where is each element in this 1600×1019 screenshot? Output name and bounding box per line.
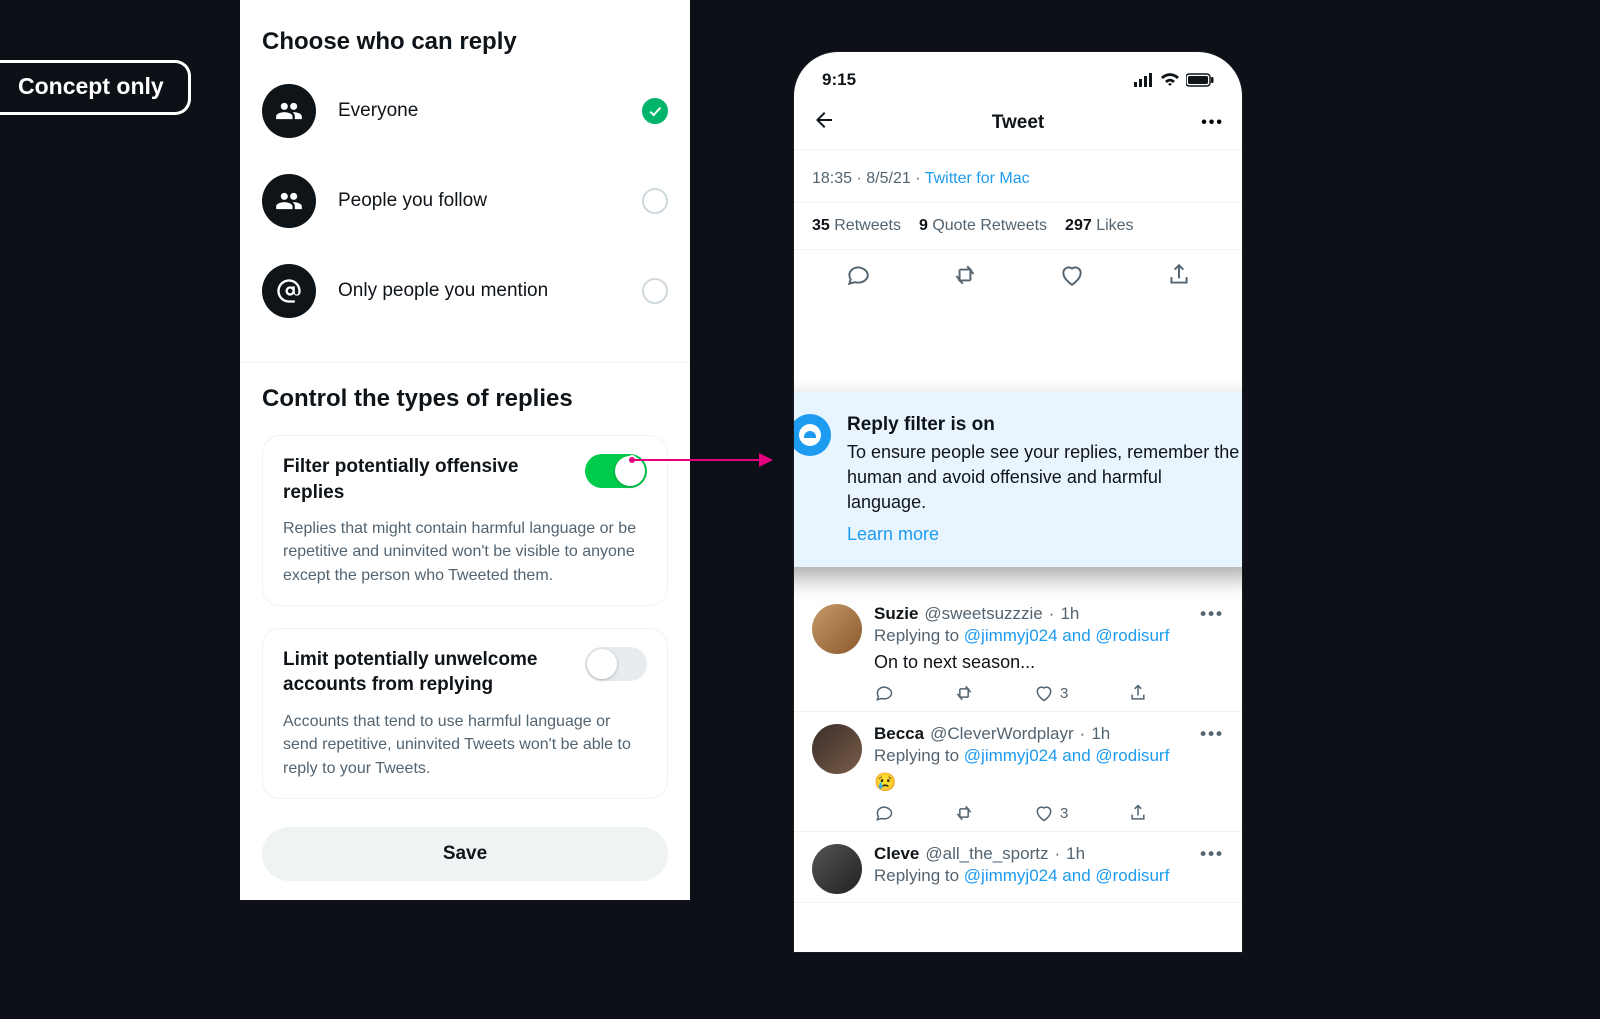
- reply-author-handle: @CleverWordplayr: [930, 724, 1074, 744]
- like-icon[interactable]: 3: [1034, 803, 1068, 823]
- tweet-actions: [794, 250, 1242, 300]
- replying-to: Replying to @jimmyj024 and @rodisurf: [874, 626, 1224, 646]
- likes-stat[interactable]: 297 Likes: [1065, 217, 1134, 235]
- retweet-icon[interactable]: [954, 683, 974, 703]
- status-time: 9:15: [822, 70, 856, 90]
- filter-offensive-toggle[interactable]: [585, 454, 647, 488]
- radio-empty: [642, 188, 668, 214]
- reply-option-label: Everyone: [338, 100, 620, 122]
- tweet-source-link[interactable]: Twitter for Mac: [925, 170, 1030, 187]
- reply-text: 😢: [874, 772, 1224, 793]
- tweet-time: 18:35: [812, 170, 852, 187]
- group-icon: [262, 174, 316, 228]
- retweet-icon[interactable]: [954, 803, 974, 823]
- reply-option-everyone[interactable]: Everyone: [262, 66, 668, 156]
- who-can-reply-title: Choose who can reply: [240, 28, 690, 56]
- reply-icon[interactable]: [874, 683, 894, 703]
- filter-icon: [794, 414, 831, 456]
- reply-author-name[interactable]: Suzie: [874, 604, 918, 624]
- reply-option-following[interactable]: People you follow: [262, 156, 668, 246]
- tweet-header: Tweet •••: [794, 98, 1242, 150]
- reply-author-handle: @all_the_sportz: [925, 844, 1048, 864]
- reply-option-label: People you follow: [338, 190, 620, 212]
- wifi-icon: [1160, 73, 1180, 87]
- reply-icon[interactable]: [874, 803, 894, 823]
- limit-accounts-card: Limit potentially unwelcome accounts fro…: [262, 628, 668, 799]
- avatar[interactable]: [812, 604, 862, 654]
- mention-link[interactable]: @jimmyj024 and @rodisurf: [964, 746, 1170, 765]
- reply-icon[interactable]: [845, 262, 871, 288]
- group-icon: [262, 84, 316, 138]
- control-replies-title: Control the types of replies: [262, 385, 668, 413]
- reply-option-mentioned[interactable]: Only people you mention: [262, 246, 668, 336]
- share-icon[interactable]: [1166, 262, 1192, 288]
- filter-offensive-card: Filter potentially offensive replies Rep…: [262, 435, 668, 606]
- save-button[interactable]: Save: [262, 827, 668, 881]
- reply-time: 1h: [1066, 844, 1085, 864]
- learn-more-link[interactable]: Learn more: [847, 524, 1242, 545]
- like-icon[interactable]: 3: [1034, 683, 1068, 703]
- settings-panel: Choose who can reply Everyone People you…: [240, 0, 690, 900]
- avatar[interactable]: [812, 844, 862, 894]
- share-icon[interactable]: [1128, 803, 1148, 823]
- reply-more-icon[interactable]: •••: [1200, 724, 1224, 744]
- filter-offensive-desc: Replies that might contain harmful langu…: [283, 517, 647, 587]
- filter-offensive-title: Filter potentially offensive replies: [283, 454, 571, 505]
- radio-empty: [642, 278, 668, 304]
- like-icon[interactable]: [1059, 262, 1085, 288]
- status-icons: [1134, 73, 1214, 87]
- reply-item[interactable]: Cleve @all_the_sportz · 1h ••• Replying …: [794, 832, 1242, 903]
- control-replies-section: Control the types of replies Filter pote…: [240, 363, 690, 799]
- reply-option-label: Only people you mention: [338, 280, 620, 302]
- reply-filter-callout: Reply filter is on To ensure people see …: [794, 392, 1242, 567]
- mention-link[interactable]: @jimmyj024 and @rodisurf: [964, 866, 1170, 885]
- quotes-stat[interactable]: 9 Quote Retweets: [919, 217, 1047, 235]
- reply-text: On to next season...: [874, 652, 1224, 673]
- replying-to: Replying to @jimmyj024 and @rodisurf: [874, 866, 1224, 886]
- more-button[interactable]: •••: [1192, 114, 1224, 132]
- at-icon: [262, 264, 316, 318]
- limit-accounts-desc: Accounts that tend to use harmful langua…: [283, 710, 647, 780]
- status-bar: 9:15: [794, 52, 1242, 98]
- tweet-meta: 18:35 · 8/5/21 · Twitter for Mac: [794, 150, 1242, 203]
- avatar[interactable]: [812, 724, 862, 774]
- reply-author-name[interactable]: Cleve: [874, 844, 919, 864]
- reply-time: 1h: [1091, 724, 1110, 744]
- limit-accounts-title: Limit potentially unwelcome accounts fro…: [283, 647, 571, 698]
- reply-item[interactable]: Suzie @sweetsuzzzie · 1h ••• Replying to…: [794, 592, 1242, 712]
- tweet-date: 8/5/21: [866, 170, 910, 187]
- concept-badge: Concept only: [0, 60, 191, 115]
- limit-accounts-toggle[interactable]: [585, 647, 647, 681]
- tweet-stats: 35 Retweets 9 Quote Retweets 297 Likes: [794, 203, 1242, 250]
- reply-options-list: Everyone People you follow Only people y…: [240, 56, 690, 362]
- cellular-icon: [1134, 73, 1154, 87]
- retweet-icon[interactable]: [952, 262, 978, 288]
- replying-to: Replying to @jimmyj024 and @rodisurf: [874, 746, 1224, 766]
- phone-mockup: 9:15 Tweet ••• 18:35 · 8/5/21 · Twitter …: [794, 52, 1242, 952]
- reply-time: 1h: [1060, 604, 1079, 624]
- back-button[interactable]: [812, 108, 844, 137]
- battery-icon: [1186, 73, 1214, 87]
- retweets-stat[interactable]: 35 Retweets: [812, 217, 901, 235]
- page-title: Tweet: [992, 112, 1044, 134]
- replies-list: Suzie @sweetsuzzzie · 1h ••• Replying to…: [794, 592, 1242, 903]
- reply-author-handle: @sweetsuzzzie: [924, 604, 1042, 624]
- filter-title: Reply filter is on: [847, 414, 1242, 436]
- filter-description: To ensure people see your replies, remem…: [847, 440, 1242, 516]
- mention-link[interactable]: @jimmyj024 and @rodisurf: [964, 626, 1170, 645]
- reply-author-name[interactable]: Becca: [874, 724, 924, 744]
- reply-more-icon[interactable]: •••: [1200, 844, 1224, 864]
- reply-more-icon[interactable]: •••: [1200, 604, 1224, 624]
- check-icon: [642, 98, 668, 124]
- reply-item[interactable]: Becca @CleverWordplayr · 1h ••• Replying…: [794, 712, 1242, 832]
- share-icon[interactable]: [1128, 683, 1148, 703]
